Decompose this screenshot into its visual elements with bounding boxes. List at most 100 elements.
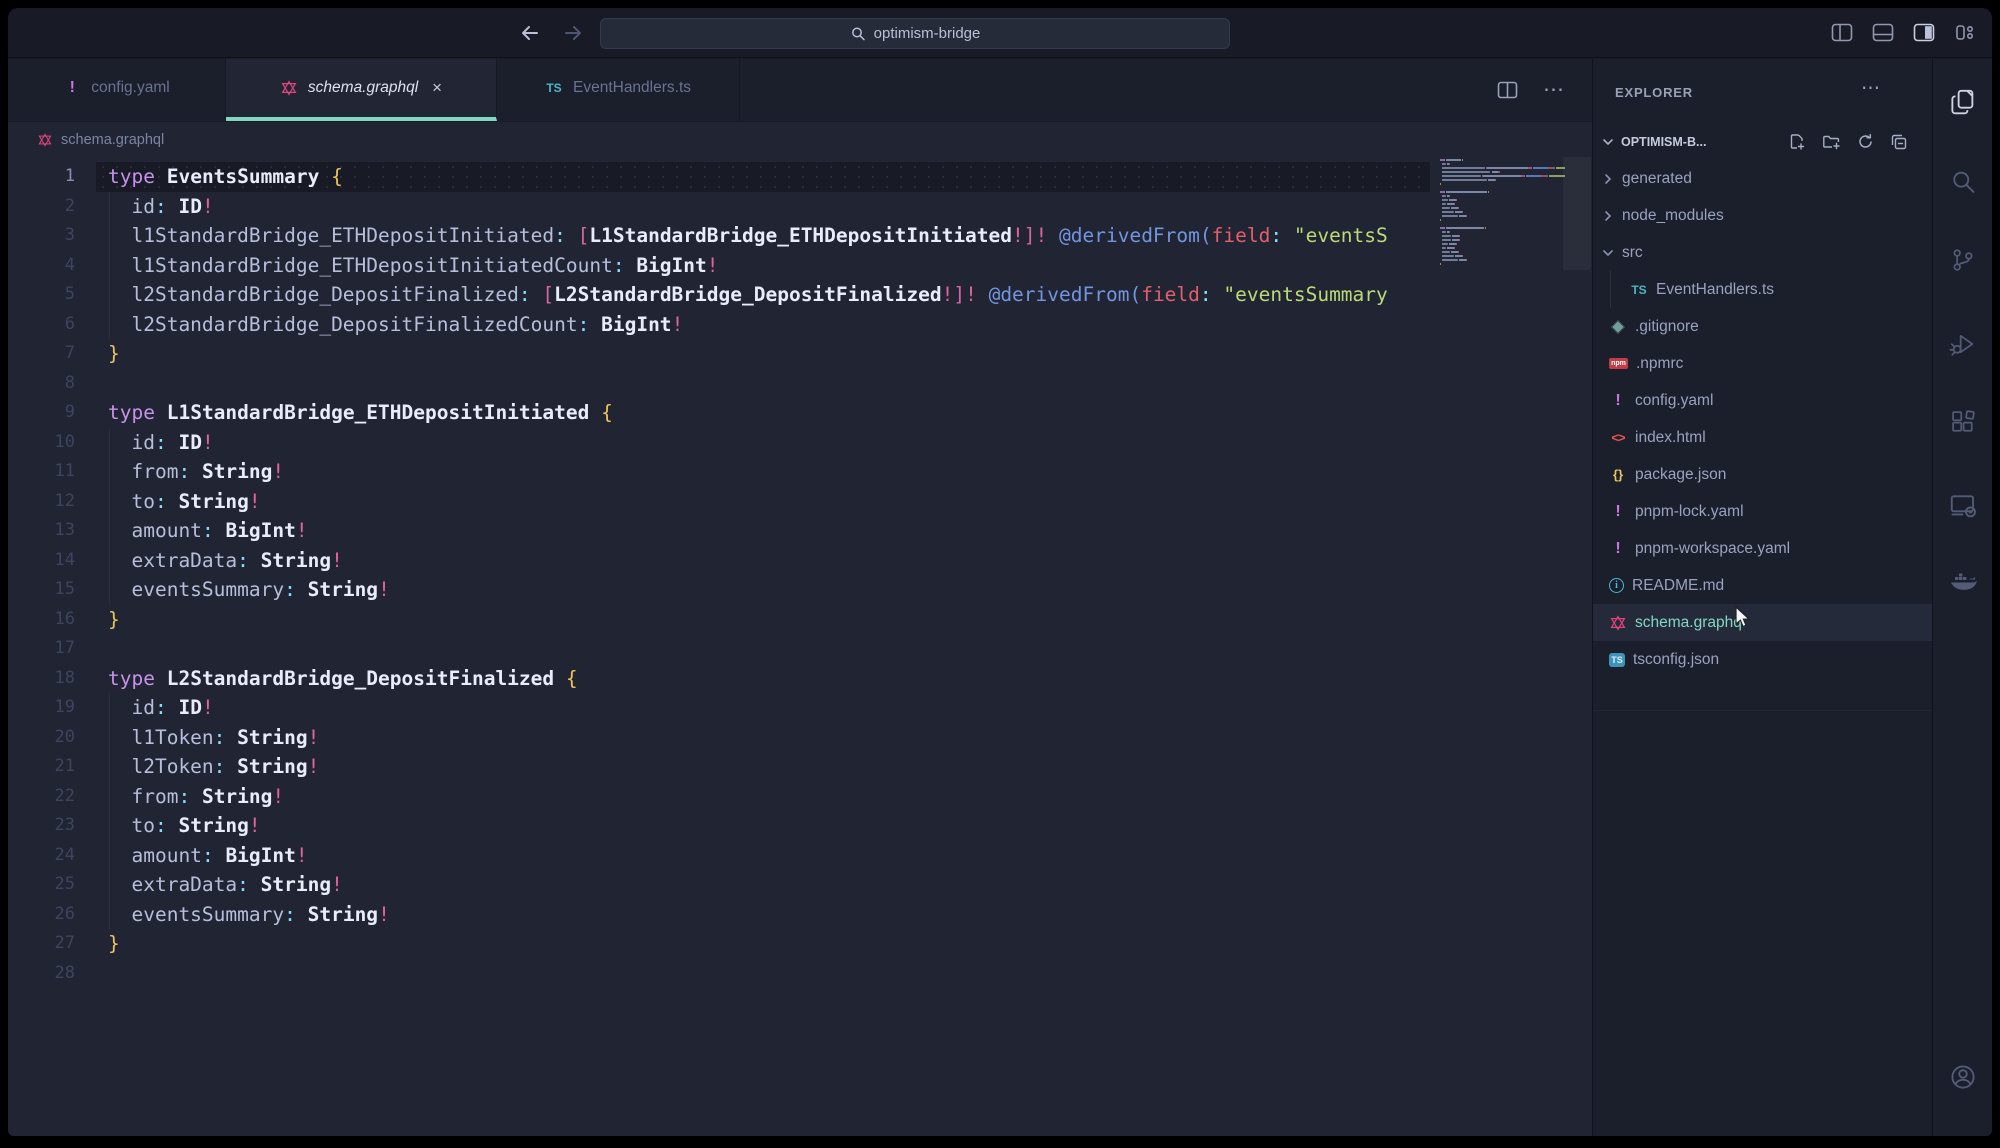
- code-line-19: 19 id: ID!: [8, 693, 1592, 723]
- tree-item-label: config.yaml: [1635, 392, 1713, 410]
- graphql-file-icon: [1609, 614, 1627, 632]
- line-number: 20: [8, 723, 75, 753]
- code-line-7: 7}: [8, 339, 1592, 369]
- explorer-sidebar: EXPLORER ⋯ OPTIMISM-B...: [1592, 59, 1932, 1136]
- source-control-icon[interactable]: [1949, 246, 1977, 274]
- minimap-line: [1440, 263, 1441, 265]
- code-line-1: 1type EventsSummary {: [8, 162, 1592, 192]
- tree-folder-generated[interactable]: generated: [1593, 160, 1932, 197]
- tree-item-label: pnpm-workspace.yaml: [1635, 540, 1790, 558]
- code-line-6: 6 l2StandardBridge_DepositFinalizedCount…: [8, 310, 1592, 340]
- line-number: 14: [8, 546, 75, 576]
- toggle-panel-left-icon[interactable]: [1831, 23, 1853, 42]
- typescript-file-icon: TS: [545, 79, 563, 97]
- tree-item-EventHandlers.ts[interactable]: TSEventHandlers.ts: [1593, 271, 1932, 308]
- tree-item-.npmrc[interactable]: npm.npmrc: [1593, 345, 1932, 382]
- tab-EventHandlers.ts[interactable]: TSEventHandlers.ts: [497, 59, 740, 121]
- line-number: 16: [8, 605, 75, 635]
- explorer-icon[interactable]: [1948, 87, 1978, 117]
- chevron-right-icon: [1600, 208, 1616, 224]
- tree-item-README.md[interactable]: iREADME.md: [1593, 567, 1932, 604]
- editor-group: !config.yaml schema.graphql × TSEventHandle…: [8, 59, 1592, 1136]
- refresh-icon[interactable]: [1857, 133, 1874, 151]
- tree-item-pnpm-lock.yaml[interactable]: !pnpm-lock.yaml: [1593, 493, 1932, 530]
- tree-item-config.yaml[interactable]: !config.yaml: [1593, 382, 1932, 419]
- line-number: 7: [8, 339, 75, 369]
- code-line-26: 26 eventsSummary: String!: [8, 900, 1592, 930]
- tree-folder-node_modules[interactable]: node_modules: [1593, 197, 1932, 234]
- yaml-file-icon: !: [1609, 540, 1627, 558]
- tree-item-.gitignore[interactable]: .gitignore: [1593, 308, 1932, 345]
- code-line-25: 25 extraData: String!: [8, 870, 1592, 900]
- minimap-slider[interactable]: [1563, 157, 1591, 270]
- extensions-icon[interactable]: [1949, 408, 1977, 436]
- code-line-23: 23 to: String!: [8, 811, 1592, 841]
- code-line-10: 10 id: ID!: [8, 428, 1592, 458]
- line-number: 22: [8, 782, 75, 812]
- breadcrumb[interactable]: schema.graphql: [8, 122, 1592, 157]
- code-line-8: 8: [8, 369, 1592, 399]
- collapse-all-icon[interactable]: [1890, 133, 1908, 151]
- remote-explorer-icon[interactable]: [1948, 490, 1978, 520]
- docker-icon[interactable]: [1947, 566, 1979, 598]
- minimap-line: [1440, 175, 1565, 177]
- minimap-line: [1440, 159, 1463, 161]
- activity-bar: [1932, 59, 1992, 1136]
- minimap-line: [1440, 199, 1457, 201]
- minimap[interactable]: [1430, 157, 1592, 457]
- tree-item-tsconfig.json[interactable]: TStsconfig.json: [1593, 641, 1932, 678]
- explorer-more-icon[interactable]: ⋯: [1861, 77, 1880, 100]
- minimap-line: [1440, 227, 1486, 229]
- line-number: 9: [8, 398, 75, 428]
- new-file-icon[interactable]: [1788, 133, 1806, 151]
- minimap-line: [1440, 179, 1496, 181]
- screen: optimism-bridge: [0, 0, 2000, 1148]
- command-center-search[interactable]: optimism-bridge: [600, 18, 1230, 49]
- line-number: 18: [8, 664, 75, 694]
- run-debug-icon[interactable]: [1949, 330, 1977, 358]
- line-number: 6: [8, 310, 75, 340]
- code-line-27: 27}: [8, 929, 1592, 959]
- account-icon[interactable]: [1948, 1062, 1978, 1092]
- tab-config.yaml[interactable]: !config.yaml: [8, 59, 226, 121]
- minimap-line: [1440, 239, 1460, 241]
- tree-item-package.json[interactable]: {}package.json: [1593, 456, 1932, 493]
- forward-arrow-icon[interactable]: [561, 8, 585, 57]
- more-actions-icon[interactable]: ⋯: [1543, 85, 1564, 95]
- line-number: 12: [8, 487, 75, 517]
- code-line-3: 3 l1StandardBridge_ETHDepositInitiated: …: [8, 221, 1592, 251]
- code-line-22: 22 from: String!: [8, 782, 1592, 812]
- code-line-16: 16}: [8, 605, 1592, 635]
- new-folder-icon[interactable]: [1822, 133, 1841, 151]
- split-editor-icon[interactable]: [1497, 81, 1518, 99]
- code-line-13: 13 amount: BigInt!: [8, 516, 1592, 546]
- tab-label: schema.graphql: [308, 79, 418, 97]
- customize-layout-icon[interactable]: [1954, 23, 1976, 42]
- minimap-line: [1440, 243, 1457, 245]
- explorer-section-header[interactable]: OPTIMISM-B...: [1593, 123, 1932, 161]
- minimap-line: [1440, 247, 1455, 249]
- code-editor[interactable]: 1type EventsSummary {2 id: ID!3 l1Standa…: [8, 157, 1592, 1136]
- tab-schema.graphql[interactable]: schema.graphql ×: [226, 59, 497, 121]
- code-line-20: 20 l1Token: String!: [8, 723, 1592, 753]
- line-number: 21: [8, 752, 75, 782]
- tree-item-schema.graphql[interactable]: schema.graphql: [1593, 604, 1932, 641]
- line-number: 23: [8, 811, 75, 841]
- tree-item-label: node_modules: [1622, 207, 1724, 225]
- graphql-file-icon: [38, 133, 52, 147]
- tab-label: config.yaml: [91, 79, 169, 97]
- breadcrumb-file: schema.graphql: [61, 132, 164, 148]
- back-arrow-icon[interactable]: [518, 8, 542, 57]
- toggle-sidebar-right-icon[interactable]: [1913, 23, 1935, 42]
- search-icon[interactable]: [1949, 168, 1977, 196]
- line-number: 27: [8, 929, 75, 959]
- tree-item-pnpm-workspace.yaml[interactable]: ! pnpm-workspace.yaml: [1593, 530, 1932, 567]
- line-number: 25: [8, 870, 75, 900]
- close-tab-icon[interactable]: ×: [432, 78, 442, 98]
- typescript-file-icon: TS: [1630, 281, 1648, 299]
- toggle-panel-bottom-icon[interactable]: [1872, 23, 1894, 42]
- tree-folder-src[interactable]: src: [1593, 234, 1932, 271]
- code-line-2: 2 id: ID!: [8, 192, 1592, 222]
- minimap-line: [1440, 171, 1500, 173]
- tree-item-index.html[interactable]: <>index.html: [1593, 419, 1932, 456]
